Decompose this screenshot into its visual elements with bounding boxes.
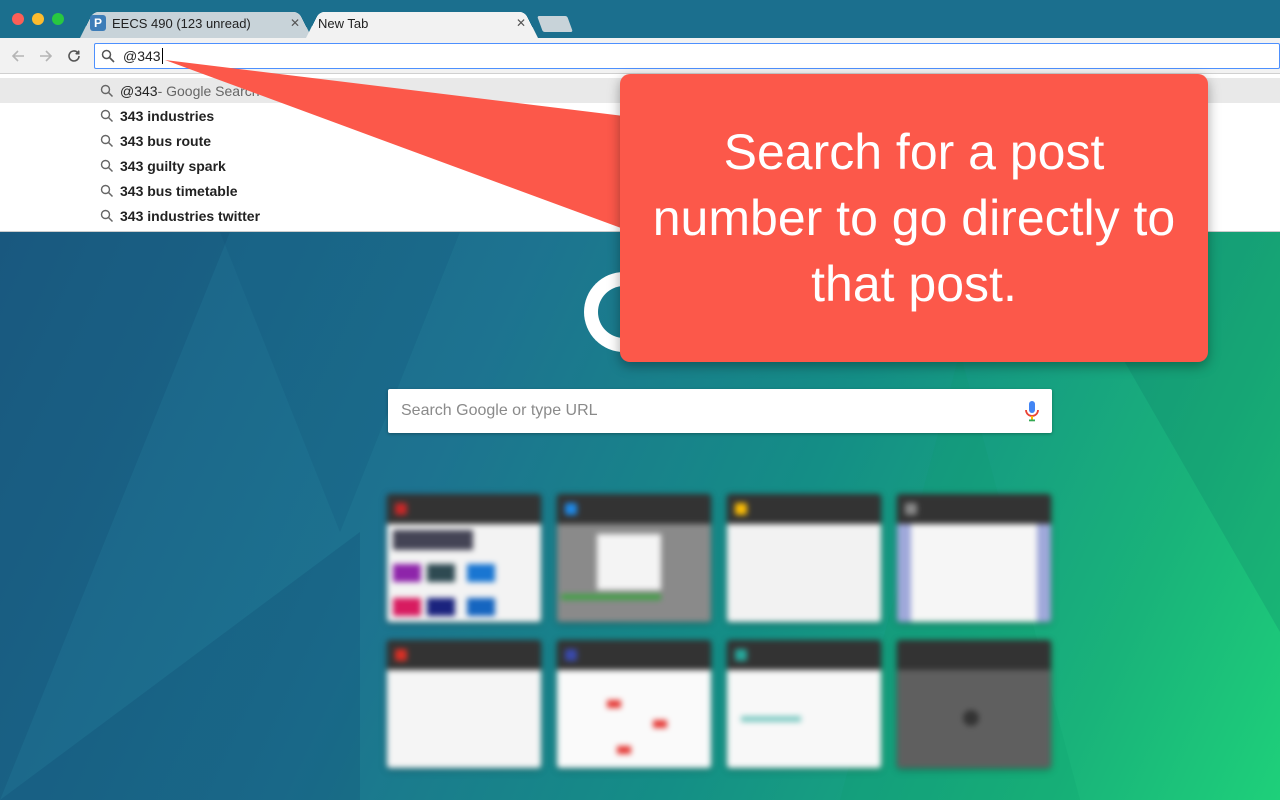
back-button[interactable] (8, 46, 28, 66)
annotation-callout: Search for a post number to go directly … (620, 74, 1208, 362)
most-visited-tile[interactable] (727, 640, 881, 768)
most-visited-tile[interactable] (387, 494, 541, 622)
suggestion-text: 343 bus route (120, 132, 212, 149)
window-close-button[interactable] (12, 13, 24, 25)
close-icon[interactable]: ✕ (514, 16, 528, 30)
suggestion-text: 343 bus timetable (120, 182, 238, 199)
tab-new-tab[interactable]: New Tab ✕ (306, 8, 538, 39)
tab-eecs-490[interactable]: P EECS 490 (123 unread) ✕ (80, 8, 312, 39)
search-icon (101, 49, 115, 63)
piazza-icon: P (90, 15, 106, 31)
arrow-right-icon (40, 50, 53, 62)
most-visited-tile[interactable] (897, 640, 1051, 768)
tab-strip: P EECS 490 (123 unread) ✕ New Tab ✕ (0, 0, 1280, 39)
address-bar[interactable]: @343 (94, 43, 1280, 69)
most-visited-tile[interactable] (897, 494, 1051, 622)
tab-title: EECS 490 (123 unread) (112, 15, 251, 31)
ntp-search-placeholder: Search Google or type URL (401, 402, 598, 419)
search-icon (100, 134, 114, 147)
most-visited-tile[interactable] (727, 494, 881, 622)
forward-button[interactable] (36, 46, 56, 66)
suggestion-text: 343 industries twitter (120, 207, 261, 224)
suggestion-text: @343 (120, 82, 158, 99)
new-tab-button[interactable] (537, 16, 573, 32)
suggestion-text: 343 industries (120, 107, 215, 124)
callout-text: Search for a post number to go directly … (652, 124, 1176, 312)
search-icon (100, 109, 114, 122)
ntp-search-box[interactable]: Search Google or type URL (388, 389, 1052, 433)
arrow-left-icon (11, 50, 24, 62)
most-visited-tile[interactable] (557, 640, 711, 768)
search-icon (100, 84, 114, 97)
reload-icon (68, 50, 80, 62)
search-icon (100, 209, 114, 222)
background-facet (0, 532, 360, 800)
address-bar-value: @343 (123, 48, 161, 64)
tab-title: New Tab (318, 15, 369, 31)
reload-button[interactable] (64, 46, 84, 66)
text-caret (161, 48, 163, 64)
window-maximize-button[interactable] (52, 13, 64, 25)
search-icon (100, 159, 114, 172)
close-icon[interactable]: ✕ (288, 16, 302, 30)
window-minimize-button[interactable] (32, 13, 44, 25)
most-visited-tile[interactable] (557, 494, 711, 622)
browser-toolbar: @343 (0, 38, 1280, 74)
microphone-icon[interactable] (1024, 400, 1040, 422)
background-facet (220, 232, 460, 532)
most-visited-tile[interactable] (387, 640, 541, 768)
suggestion-source: - Google Search (157, 82, 260, 99)
search-icon (100, 184, 114, 197)
suggestion-text: 343 guilty spark (120, 157, 226, 174)
